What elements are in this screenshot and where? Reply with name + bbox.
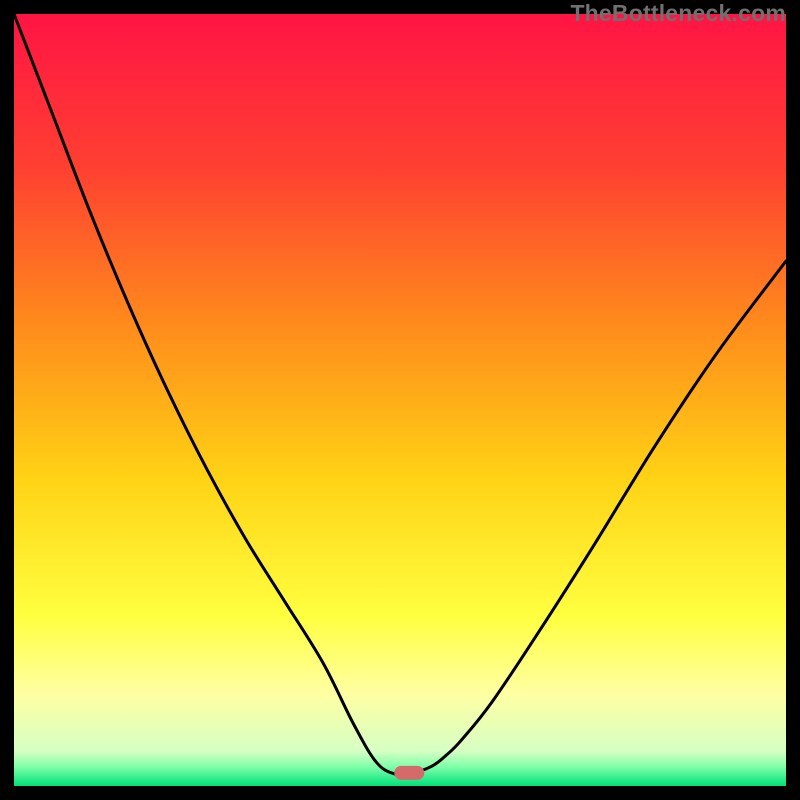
optimal-marker bbox=[394, 766, 424, 780]
gradient-background bbox=[14, 14, 786, 786]
plot-area bbox=[14, 14, 786, 786]
plot-svg bbox=[14, 14, 786, 786]
chart-frame: TheBottleneck.com bbox=[0, 0, 800, 800]
watermark-text: TheBottleneck.com bbox=[570, 0, 786, 27]
